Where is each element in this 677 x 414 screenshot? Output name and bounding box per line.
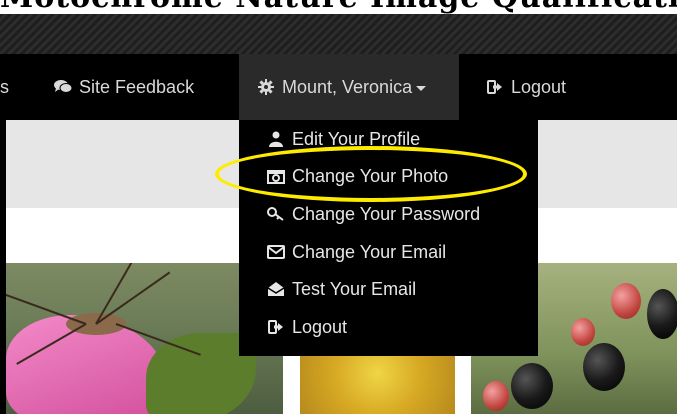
photo-detail [571, 318, 595, 346]
menu-item-change-email[interactable]: Change Your Email [266, 237, 446, 267]
photo-detail [647, 289, 677, 339]
photo-detail [583, 343, 625, 391]
nav-item-partial[interactable]: s [0, 54, 9, 120]
sign-out-icon [486, 78, 504, 96]
menu-item-label: Change Your Password [292, 203, 481, 224]
nav-site-feedback[interactable]: Site Feedback [54, 54, 194, 120]
banner-title: Motochrome Nature Image Qualification [0, 0, 677, 14]
comments-icon [54, 78, 72, 96]
menu-item-label: Logout [292, 316, 348, 337]
nav-logout[interactable]: Logout [486, 54, 566, 120]
photo-detail [611, 283, 641, 319]
photo-thumbnail-tree[interactable] [300, 356, 455, 414]
menu-item-test-email[interactable]: Test Your Email [266, 274, 416, 304]
nav-site-feedback-label: Site Feedback [79, 76, 195, 97]
menu-item-label: Change Your Email [292, 241, 447, 262]
chevron-down-icon [416, 85, 427, 91]
camera-icon [266, 167, 286, 185]
menu-item-logout[interactable]: Logout [266, 312, 347, 342]
photo-detail [483, 381, 509, 411]
menu-item-change-password[interactable]: Change Your Password [266, 199, 480, 229]
user-dropdown-menu: Edit Your Profile Change Your Photo Chan… [239, 120, 538, 356]
user-menu-toggle[interactable]: Mount, Veronica [239, 54, 459, 120]
menu-item-label: Edit Your Profile [292, 128, 421, 149]
top-navbar: s Site Feedback Mount, Veronica Logout [0, 54, 677, 120]
menu-item-label: Test Your Email [292, 278, 417, 299]
menu-item-edit-profile[interactable]: Edit Your Profile [266, 124, 420, 154]
header-decoration [0, 14, 677, 54]
photo-detail [95, 271, 171, 325]
page-banner: Motochrome Nature Image Qualification [0, 0, 677, 14]
menu-item-change-photo[interactable]: Change Your Photo [266, 161, 448, 191]
photo-detail [511, 363, 553, 409]
user-icon [266, 130, 286, 148]
sign-out-icon [266, 318, 286, 336]
key-icon [266, 205, 286, 223]
envelope-open-icon [266, 280, 286, 298]
nav-logout-label: Logout [511, 76, 567, 97]
menu-item-label: Change Your Photo [292, 165, 449, 186]
gear-icon [257, 78, 275, 96]
envelope-icon [266, 243, 286, 261]
user-menu-label: Mount, Veronica [282, 76, 413, 97]
nav-item-partial-label: s [0, 76, 9, 97]
